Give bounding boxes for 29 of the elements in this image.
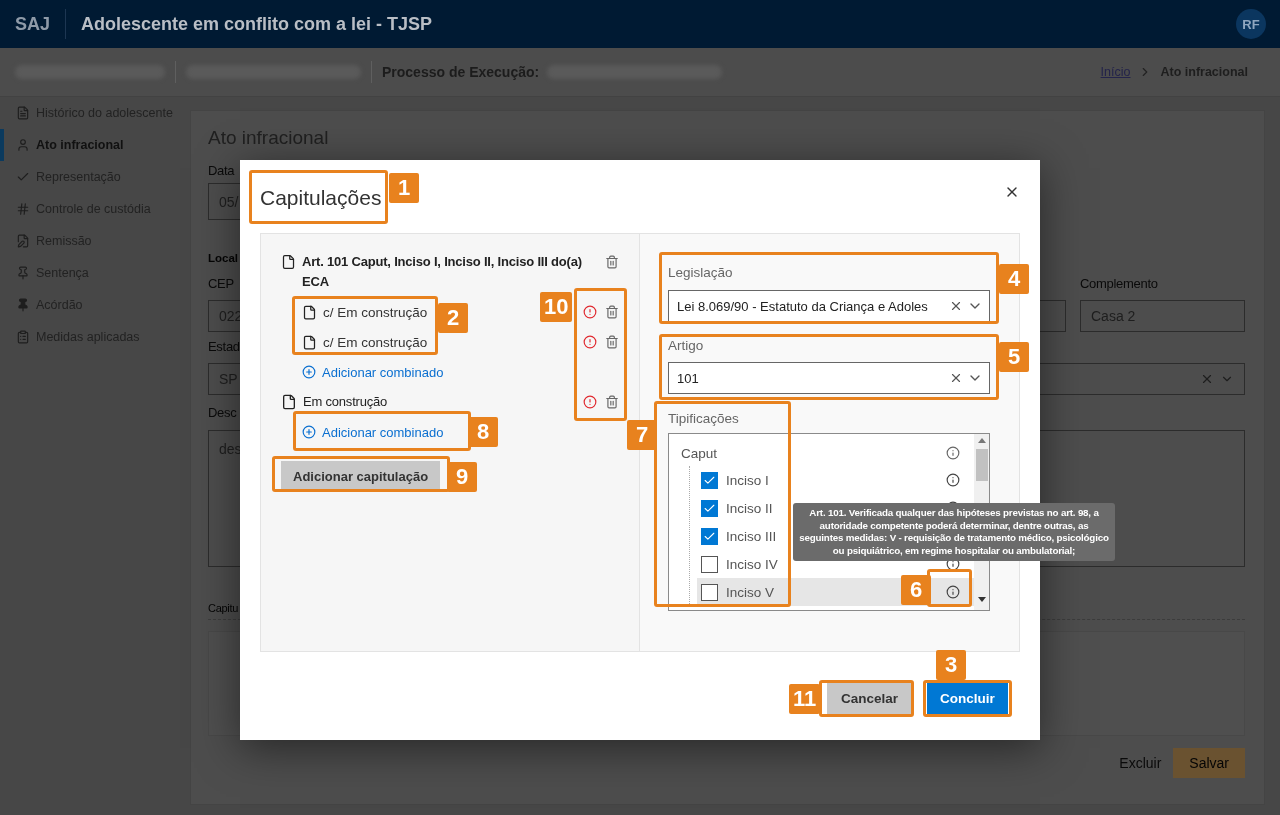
callout-number: 2 [438, 303, 468, 333]
section-label: Local [208, 251, 239, 266]
combined-item: c/ Em construção [323, 334, 428, 350]
callout-number: 10 [540, 292, 573, 322]
callout-number: 11 [789, 684, 821, 714]
callout-number: 8 [468, 417, 498, 447]
callout-number: 4 [999, 264, 1029, 294]
field-label: Desc [208, 404, 237, 422]
field-label: Capitu [208, 601, 238, 616]
callout-number: 5 [999, 342, 1029, 372]
tooltip: Art. 101. Verificada qualquer das hipóteses previstas no art. 98, a autoridade competente poderá determinar, dentre outras, as seguintes medidas: V - requisição de tratamento médico, psicológico ou psiquiátrico, em regime hospitalar ou ambulatorial; [793, 503, 1115, 561]
capitulation-title: Art. 101 Caput, Inciso I, Inciso II, Inciso III do(a) ECA [302, 253, 583, 291]
callout-number: 6 [901, 575, 931, 605]
field-label: Tipificações [668, 410, 740, 428]
field-label: Estad [208, 338, 240, 356]
app-title: Adolescente em conflito com a lei - TJSP [81, 13, 434, 35]
capitulation-title: Em construção [303, 393, 388, 411]
combined-item: c/ Em construção [323, 304, 428, 320]
callout-number: 7 [627, 420, 657, 450]
field-label: Data [208, 162, 235, 180]
app-logo: SAJ [15, 13, 50, 35]
field-label: Legislação [668, 264, 734, 282]
field-label: Complemento [1080, 275, 1158, 293]
callout-number: 1 [389, 173, 419, 203]
dialog-title: Capitulações [260, 185, 382, 211]
field-label: CEP [208, 275, 234, 293]
callout-number: 9 [447, 462, 477, 492]
field-label: Artigo [668, 337, 705, 355]
callout-number: 3 [936, 650, 966, 680]
